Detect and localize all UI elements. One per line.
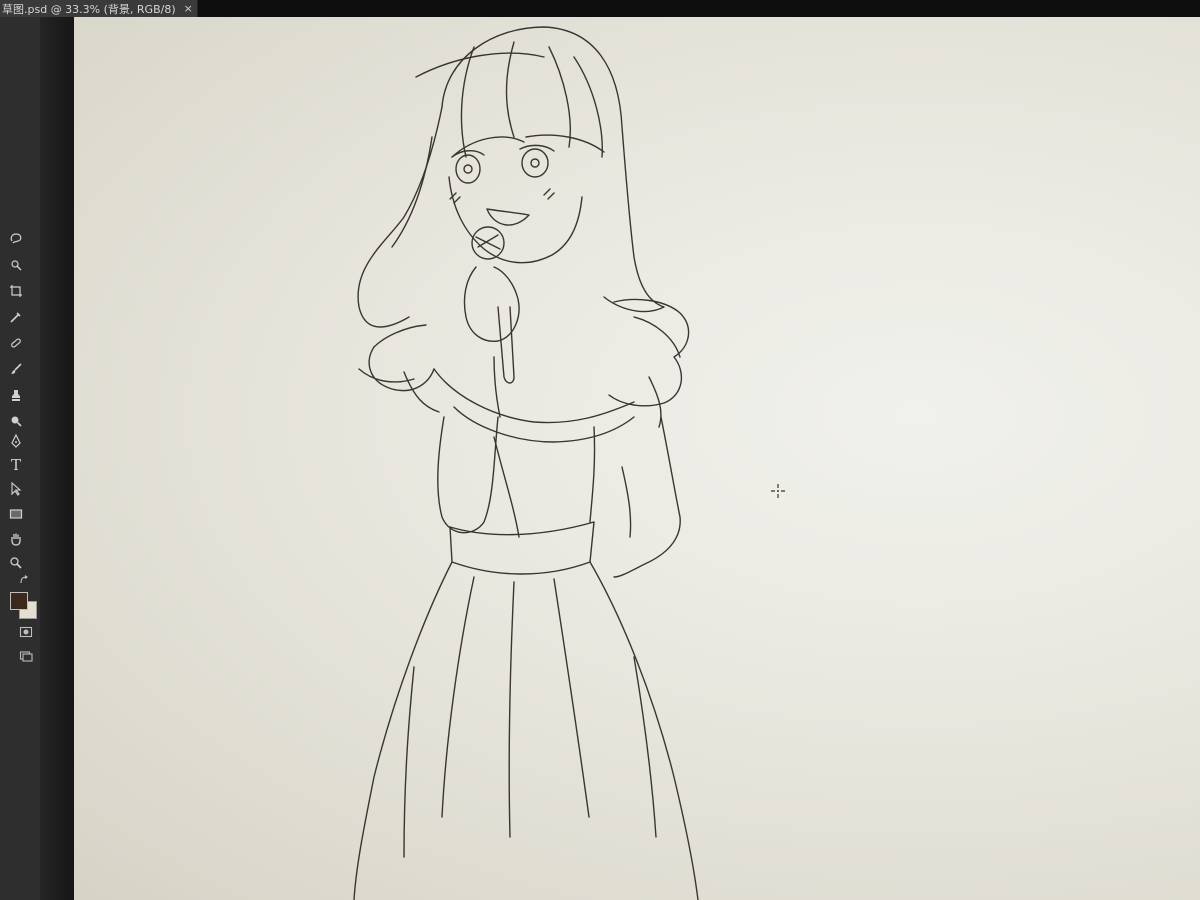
crosshair-cursor-icon [771,484,785,498]
quick-select-tool-icon[interactable] [4,253,28,277]
type-tool-icon[interactable]: T [4,453,28,477]
path-selection-tool-icon[interactable] [4,477,28,501]
foreground-color-swatch[interactable] [10,592,28,610]
right-eye [521,148,549,178]
quick-mask-icon[interactable] [14,620,38,644]
healing-brush-tool-icon[interactable] [4,331,28,355]
brush-tool-icon[interactable] [4,357,28,381]
crop-tool-icon[interactable] [4,279,28,303]
bodice [493,426,596,538]
document-tab-bar: 草图.psd @ 33.3% (背景, RGB/8) × [0,0,1200,17]
hand-tool-icon[interactable] [4,527,28,551]
ruffle-collar [358,346,435,392]
photoshop-window: 草图.psd @ 33.3% (背景, RGB/8) × T [0,0,1200,900]
mouth [486,208,530,226]
type-tool-glyph: T [10,456,21,474]
pen-tool-icon[interactable] [4,429,28,453]
waistband [449,521,595,575]
tools-panel: T [0,17,41,900]
color-swatches [10,592,40,622]
skirt [353,561,453,900]
document-tab[interactable]: 草图.psd @ 33.3% (背景, RGB/8) × [0,0,198,17]
swap-colors-icon[interactable] [16,573,32,587]
microphone-handle [497,306,515,384]
panel-edge [40,17,74,900]
eyedropper-tool-icon[interactable] [4,305,28,329]
screen-mode-icon[interactable] [14,644,38,668]
document-canvas[interactable] [74,17,1200,900]
document-tab-title: 草图.psd @ 33.3% (背景, RGB/8) [2,2,176,16]
back-arm [613,416,681,578]
face-outline [448,176,583,264]
rectangle-tool-icon[interactable] [4,502,28,526]
lasso-tool-icon[interactable] [4,227,28,251]
left-eye [455,154,481,184]
clone-stamp-tool-icon[interactable] [4,383,28,407]
zoom-tool-icon[interactable] [4,551,28,575]
line-art-sketch [353,26,699,900]
close-icon[interactable]: × [184,0,193,17]
raised-forearm [437,416,499,534]
